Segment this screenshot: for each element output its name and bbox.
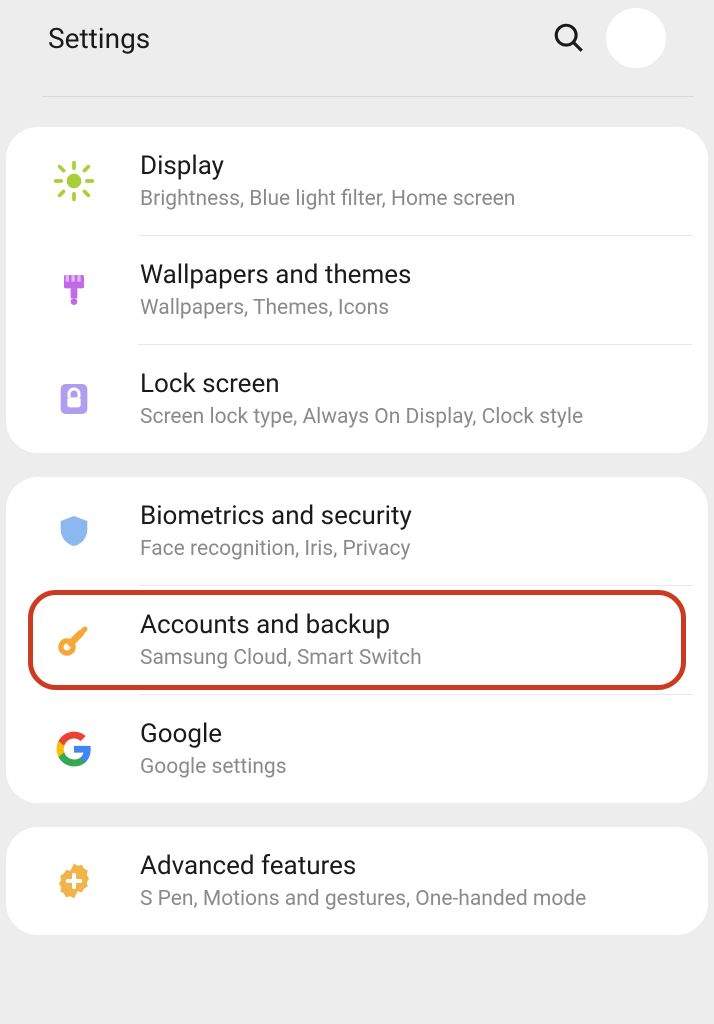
brush-icon (50, 266, 98, 314)
item-text: Wallpapers and themes Wallpapers, Themes… (140, 260, 692, 320)
search-icon (552, 21, 586, 55)
settings-item-biometrics[interactable]: Biometrics and security Face recognition… (6, 477, 708, 585)
item-subtitle: Screen lock type, Always On Display, Clo… (140, 405, 692, 429)
settings-item-google[interactable]: Google Google settings (6, 695, 708, 803)
display-icon (50, 157, 98, 205)
item-title: Biometrics and security (140, 501, 692, 531)
item-subtitle: S Pen, Motions and gestures, One-handed … (140, 887, 692, 911)
avatar[interactable] (606, 8, 666, 68)
item-text: Advanced features S Pen, Motions and ges… (140, 851, 692, 911)
search-button[interactable] (552, 21, 586, 55)
header-divider (42, 96, 694, 97)
item-title: Lock screen (140, 369, 692, 399)
item-subtitle: Brightness, Blue light filter, Home scre… (140, 187, 692, 211)
item-title: Display (140, 151, 692, 181)
settings-group-2: Biometrics and security Face recognition… (6, 477, 708, 803)
item-subtitle: Google settings (140, 755, 692, 779)
shield-icon (50, 507, 98, 555)
item-text: Biometrics and security Face recognition… (140, 501, 692, 561)
key-icon (50, 616, 98, 664)
item-title: Wallpapers and themes (140, 260, 692, 290)
item-text: Lock screen Screen lock type, Always On … (140, 369, 692, 429)
item-subtitle: Wallpapers, Themes, Icons (140, 296, 692, 320)
gear-plus-icon (50, 857, 98, 905)
item-subtitle: Face recognition, Iris, Privacy (140, 537, 692, 561)
settings-item-lockscreen[interactable]: Lock screen Screen lock type, Always On … (6, 345, 708, 453)
item-title: Accounts and backup (140, 610, 692, 640)
settings-item-wallpapers[interactable]: Wallpapers and themes Wallpapers, Themes… (6, 236, 708, 344)
lock-icon (50, 375, 98, 423)
item-text: Display Brightness, Blue light filter, H… (140, 151, 692, 211)
item-text: Google Google settings (140, 719, 692, 779)
header: Settings (0, 0, 714, 96)
settings-group-1: Display Brightness, Blue light filter, H… (6, 127, 708, 453)
item-title: Google (140, 719, 692, 749)
item-subtitle: Samsung Cloud, Smart Switch (140, 646, 692, 670)
settings-item-accounts[interactable]: Accounts and backup Samsung Cloud, Smart… (6, 586, 708, 694)
item-text: Accounts and backup Samsung Cloud, Smart… (140, 610, 692, 670)
settings-item-advanced[interactable]: Advanced features S Pen, Motions and ges… (6, 827, 708, 935)
google-icon (50, 725, 98, 773)
page-title: Settings (48, 22, 150, 55)
header-actions (552, 8, 666, 68)
settings-group-3: Advanced features S Pen, Motions and ges… (6, 827, 708, 935)
settings-item-display[interactable]: Display Brightness, Blue light filter, H… (6, 127, 708, 235)
item-title: Advanced features (140, 851, 692, 881)
